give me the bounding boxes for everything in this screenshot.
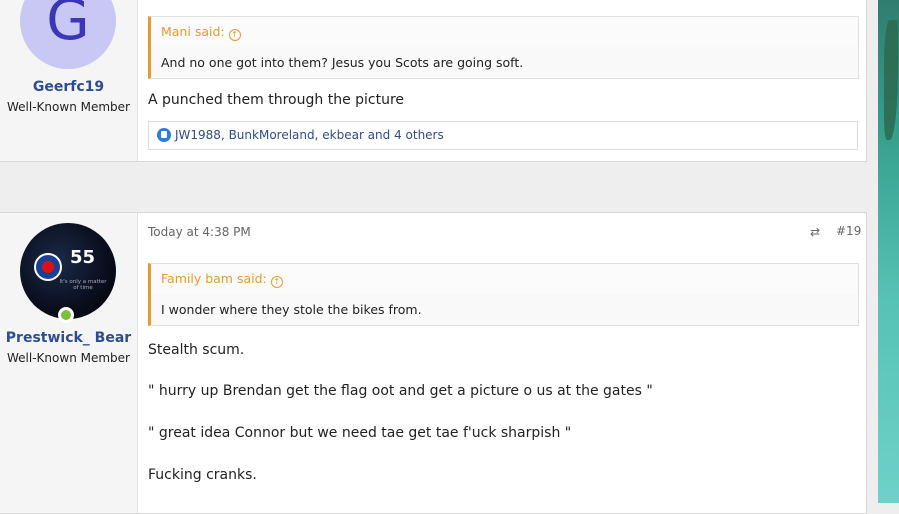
user-info-column: 55 It's only a matter of time Prestwick_…: [0, 213, 138, 513]
user-title: Well-Known Member: [7, 351, 130, 365]
post-message: A punched them through the picture: [148, 92, 405, 108]
post-line: " hurry up Brendan get the flag oot and …: [148, 383, 653, 399]
background-map: [878, 0, 899, 503]
map-island: [884, 20, 898, 140]
avatar-number: 55: [70, 247, 96, 268]
post-date[interactable]: Today at 4:38 PM: [148, 225, 251, 239]
quote-block: Family bam said: ↑ I wonder where they st…: [148, 263, 859, 326]
quote-text: And no one got into them? Jesus you Scot…: [161, 55, 524, 70]
post-line: Fucking cranks.: [148, 467, 257, 483]
club-crest-icon: [34, 253, 62, 281]
quote-text: I wonder where they stole the bikes from…: [161, 302, 422, 317]
online-status-icon: [58, 307, 74, 323]
username-link[interactable]: Prestwick_ Bear: [0, 330, 137, 346]
share-icon[interactable]: ⇄: [810, 225, 820, 239]
avatar[interactable]: G: [20, 0, 116, 69]
username-link[interactable]: Geerfc19: [0, 79, 137, 95]
reactions-bar[interactable]: JW1988, BunkMoreland, ekbear and 4 other…: [148, 121, 858, 150]
quote-header[interactable]: Family bam said: ↑: [151, 264, 858, 294]
avatar-letter: G: [46, 0, 90, 53]
arrow-up-icon[interactable]: ↑: [228, 29, 241, 41]
post-line: Stealth scum.: [148, 342, 245, 358]
quote-header[interactable]: Mani said: ↑: [151, 17, 858, 47]
user-title: Well-Known Member: [7, 100, 130, 114]
user-info-column: G Geerfc19 Well-Known Member: [0, 0, 138, 161]
like-icon: [157, 128, 171, 142]
forum-post: 55 It's only a matter of time Prestwick_…: [0, 212, 867, 514]
avatar-tagline: It's only a matter of time: [59, 279, 107, 291]
forum-post: G Geerfc19 Well-Known Member Mani said: ↑…: [0, 0, 867, 162]
post-line: " great idea Connor but we need tae get …: [148, 425, 572, 441]
quote-block: Mani said: ↑ And no one got into them? Je…: [148, 16, 859, 79]
reaction-users[interactable]: JW1988, BunkMoreland, ekbear and 4 other…: [175, 128, 444, 142]
quote-author[interactable]: Family bam said:: [161, 271, 267, 286]
post-number[interactable]: #19: [836, 224, 861, 238]
arrow-up-icon[interactable]: ↑: [270, 276, 283, 288]
quote-author[interactable]: Mani said:: [161, 24, 225, 39]
avatar[interactable]: 55 It's only a matter of time: [20, 223, 116, 319]
